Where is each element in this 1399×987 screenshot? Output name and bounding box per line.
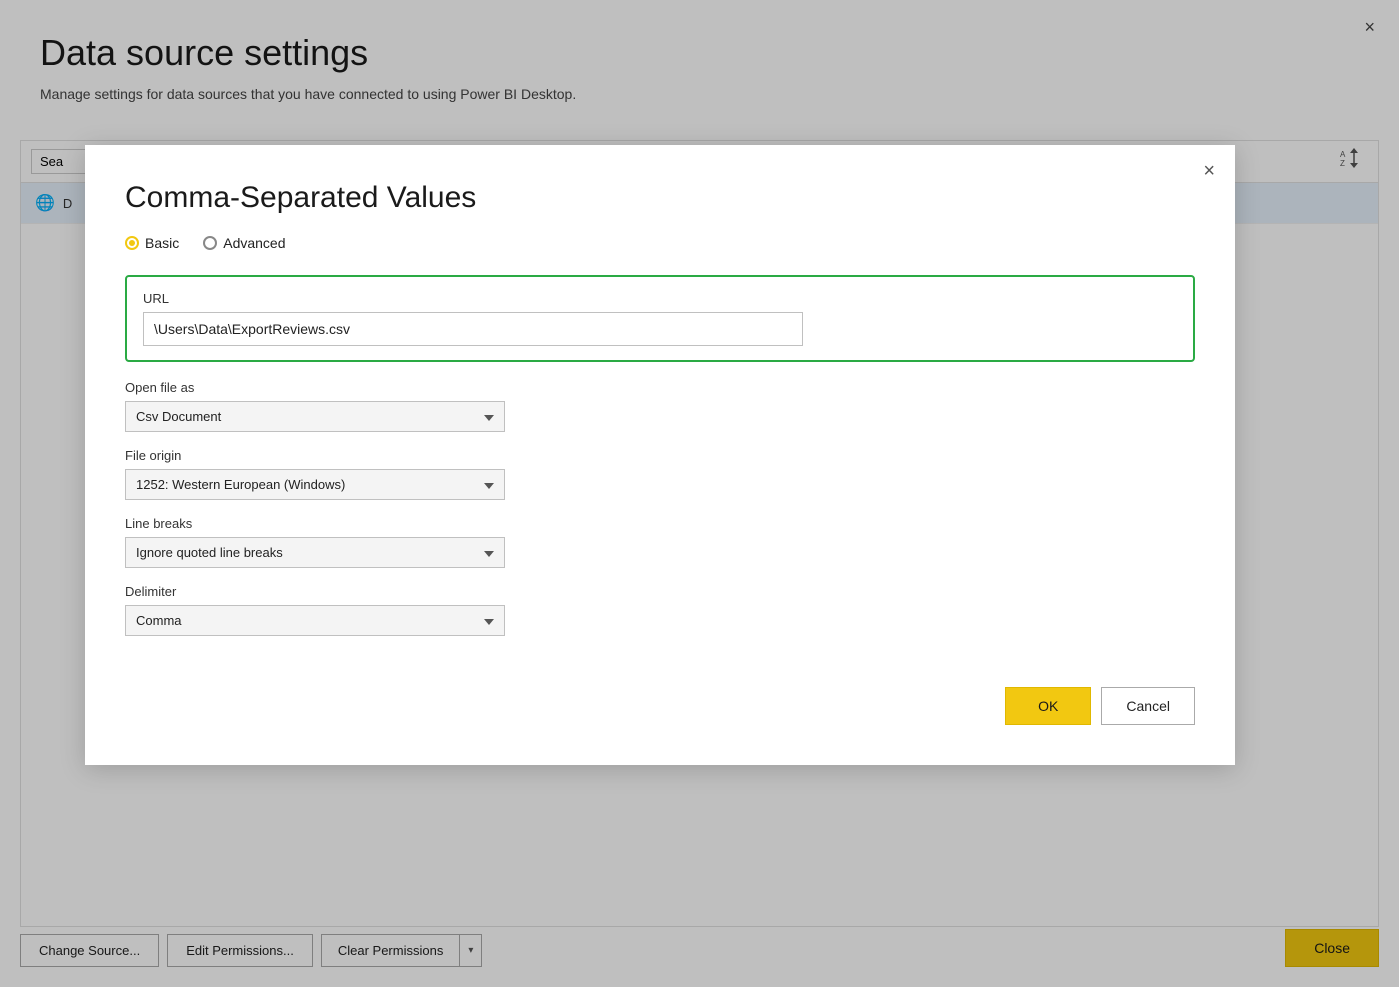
file-origin-chevron-icon	[476, 477, 494, 492]
radio-advanced[interactable]: Advanced	[203, 235, 285, 251]
open-file-as-label: Open file as	[125, 380, 1195, 395]
delimiter-dropdown[interactable]: Comma	[125, 605, 505, 636]
line-breaks-value: Ignore quoted line breaks	[136, 545, 283, 560]
file-origin-value: 1252: Western European (Windows)	[136, 477, 345, 492]
line-breaks-field: Line breaks Ignore quoted line breaks	[125, 516, 1195, 568]
delimiter-value: Comma	[136, 613, 182, 628]
radio-advanced-dot	[203, 236, 217, 250]
url-label: URL	[143, 291, 1177, 306]
open-file-as-value: Csv Document	[136, 409, 221, 424]
file-origin-field: File origin 1252: Western European (Wind…	[125, 448, 1195, 500]
cancel-button[interactable]: Cancel	[1101, 687, 1195, 725]
modal-overlay: × Comma-Separated Values Basic Advanced …	[0, 0, 1399, 987]
file-origin-dropdown[interactable]: 1252: Western European (Windows)	[125, 469, 505, 500]
ok-button[interactable]: OK	[1005, 687, 1091, 725]
open-file-as-field: Open file as Csv Document	[125, 380, 1195, 432]
url-section: URL	[125, 275, 1195, 362]
open-file-as-dropdown[interactable]: Csv Document	[125, 401, 505, 432]
modal-close-button[interactable]: ×	[1203, 161, 1215, 181]
modal-title: Comma-Separated Values	[125, 181, 1195, 215]
radio-basic-dot	[125, 236, 139, 250]
file-origin-label: File origin	[125, 448, 1195, 463]
radio-group: Basic Advanced	[125, 235, 1195, 251]
radio-advanced-label: Advanced	[223, 235, 285, 251]
delimiter-chevron-icon	[476, 613, 494, 628]
modal-footer: OK Cancel	[125, 655, 1195, 725]
radio-basic-label: Basic	[145, 235, 179, 251]
delimiter-label: Delimiter	[125, 584, 1195, 599]
open-file-as-chevron-icon	[476, 409, 494, 424]
delimiter-field: Delimiter Comma	[125, 584, 1195, 636]
line-breaks-dropdown[interactable]: Ignore quoted line breaks	[125, 537, 505, 568]
line-breaks-chevron-icon	[476, 545, 494, 560]
line-breaks-label: Line breaks	[125, 516, 1195, 531]
url-input[interactable]	[143, 312, 803, 346]
modal-dialog: × Comma-Separated Values Basic Advanced …	[85, 145, 1235, 765]
outer-page: × Data source settings Manage settings f…	[0, 0, 1399, 987]
radio-basic[interactable]: Basic	[125, 235, 179, 251]
